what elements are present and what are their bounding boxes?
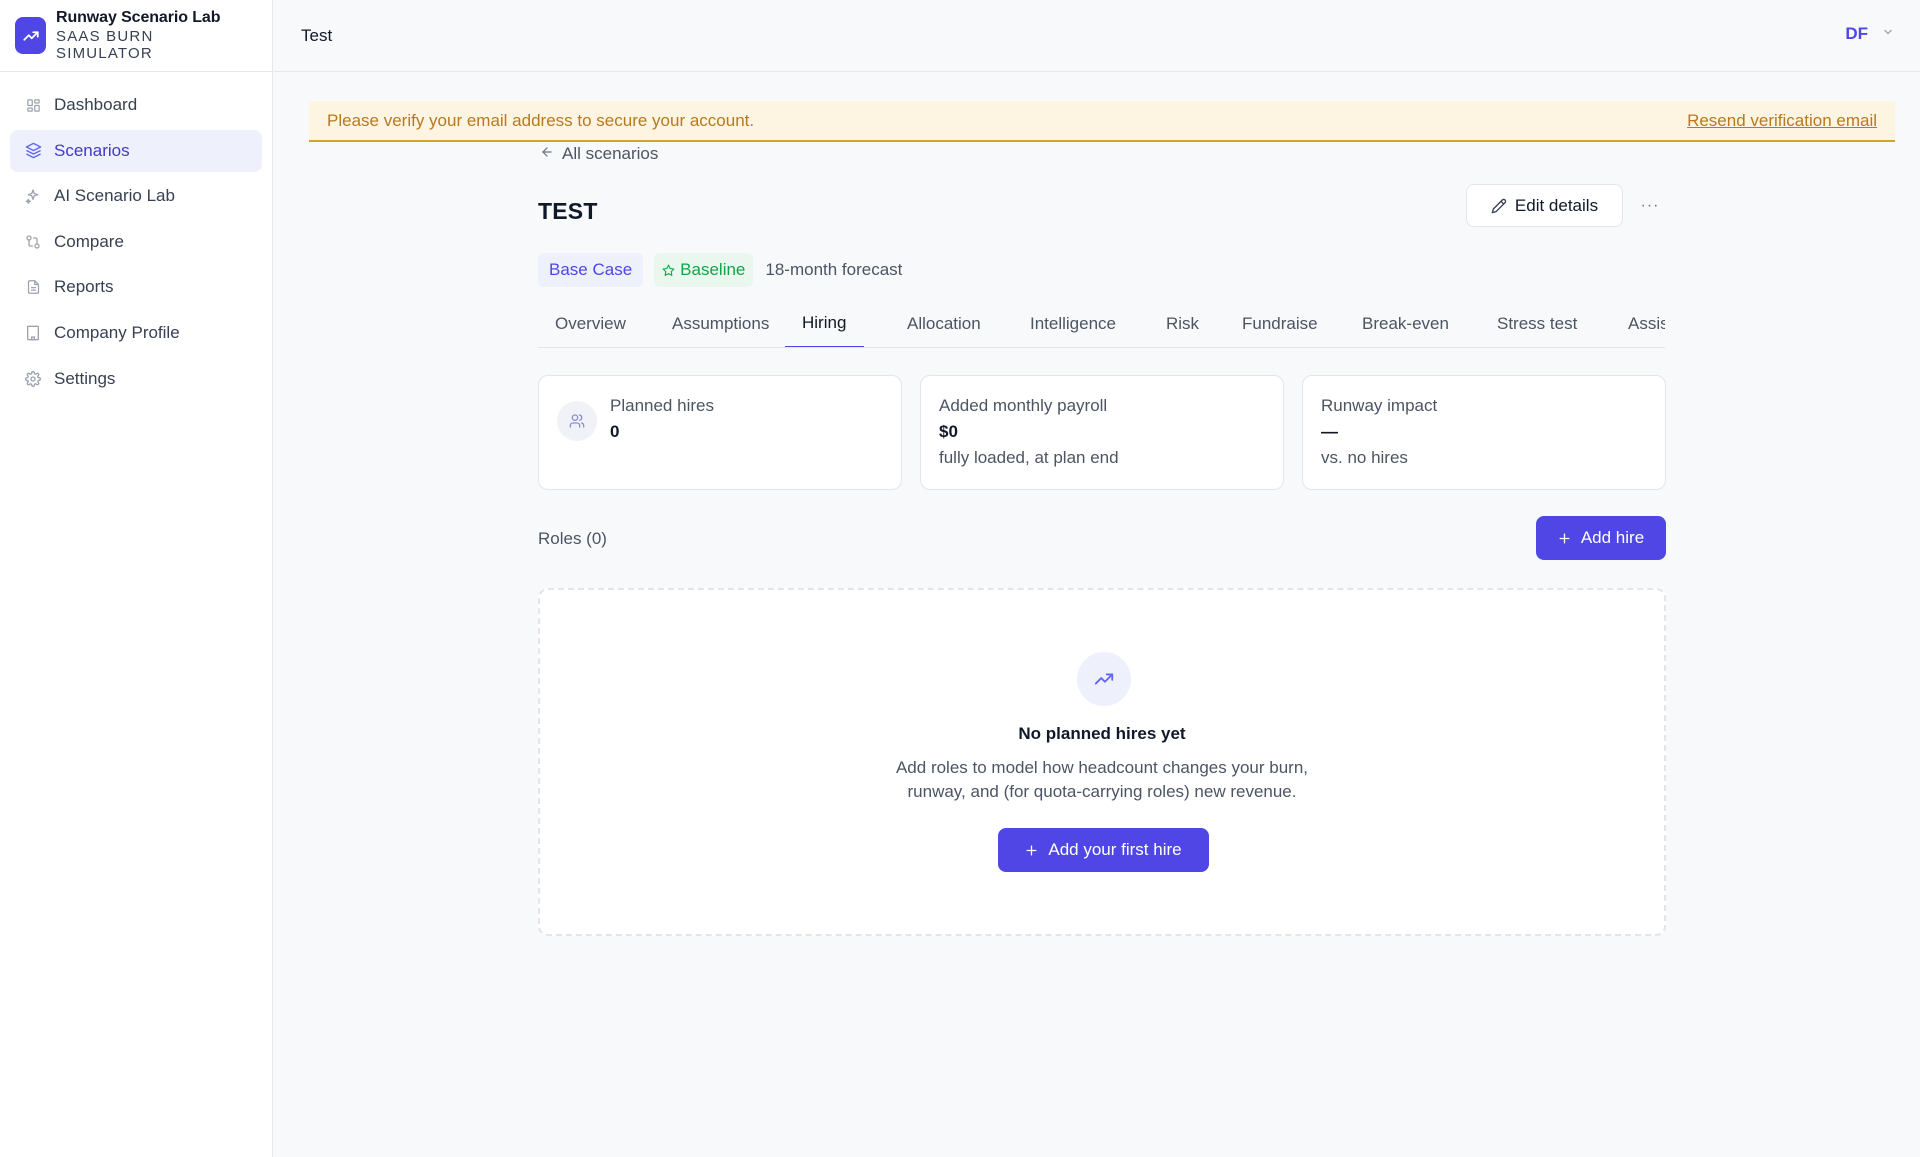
sidebar-item-label: Compare: [54, 231, 124, 251]
resend-verification-link[interactable]: Resend verification email: [1687, 111, 1877, 131]
verify-email-banner: Please verify your email address to secu…: [309, 101, 1895, 142]
sidebar-item-label: Reports: [54, 277, 114, 297]
sidebar-item-label: Scenarios: [54, 140, 130, 160]
hiring-stats: Planned hires 0 Added monthly payroll $0…: [538, 375, 1666, 490]
baseline-label: Baseline: [680, 260, 746, 279]
add-first-hire-label: Add your first hire: [1048, 840, 1182, 859]
add-hire-label: Add hire: [1580, 528, 1645, 547]
trending-up-icon: [1077, 652, 1131, 706]
stat-label: Planned hires: [610, 396, 714, 415]
forecast-label: 18-month forecast: [765, 260, 903, 279]
brand-title: Runway Scenario Lab: [56, 8, 221, 26]
stat-value: 0: [610, 422, 620, 441]
empty-state: No planned hires yet Add roles to model …: [538, 588, 1666, 936]
plus-icon: [1025, 844, 1038, 857]
back-to-scenarios-link[interactable]: All scenarios: [538, 142, 658, 166]
sidebar-item-label: Settings: [54, 368, 116, 388]
tab-overview[interactable]: Overview: [555, 300, 626, 347]
empty-state-description: Add roles to model how headcount changes…: [540, 756, 1664, 804]
page-header-title: Test: [301, 25, 333, 45]
stat-value: —: [1321, 422, 1338, 441]
sidebar-item-settings[interactable]: Settings: [10, 358, 262, 400]
empty-desc-line: Add roles to model how headcount changes…: [895, 758, 1309, 777]
stat-card-runway-impact: Runway impact — vs. no hires: [1302, 375, 1666, 490]
tab-risk[interactable]: Risk: [1166, 300, 1199, 347]
brand-subtitle-2: SIMULATOR: [56, 44, 153, 62]
tab-fundraise[interactable]: Fundraise: [1242, 300, 1318, 347]
topbar: Test DF: [274, 0, 1920, 72]
add-hire-button[interactable]: Add hire: [1536, 516, 1666, 560]
edit-details-button[interactable]: Edit details: [1466, 184, 1623, 227]
document-icon: [24, 278, 42, 296]
plus-icon: [1558, 532, 1571, 545]
stat-value: $0: [939, 422, 958, 441]
sidebar-item-compare[interactable]: Compare: [10, 221, 262, 263]
back-link-label: All scenarios: [562, 144, 659, 163]
brand-subtitle-1: SAAS BURN: [56, 27, 154, 45]
empty-state-title: No planned hires yet: [1018, 724, 1186, 743]
roles-count-label: Roles (0): [538, 529, 607, 548]
tab-assumptions[interactable]: Assumptions: [672, 300, 769, 347]
sidebar-item-company-profile[interactable]: Company Profile: [10, 312, 262, 354]
stat-card-planned-hires: Planned hires 0: [538, 375, 902, 490]
edit-details-label: Edit details: [1514, 195, 1599, 215]
tab-break-even[interactable]: Break-even: [1362, 300, 1449, 347]
building-icon: [24, 324, 42, 342]
stat-label: Runway impact: [1321, 396, 1438, 415]
scenario-badges: Base Case Baseline 18-month forecast: [538, 252, 902, 288]
tab-stress-test[interactable]: Stress test: [1497, 300, 1577, 347]
tab-intelligence[interactable]: Intelligence: [1030, 300, 1116, 347]
tab-allocation[interactable]: Allocation: [907, 300, 981, 347]
stat-card-monthly-payroll: Added monthly payroll $0 fully loaded, a…: [920, 375, 1284, 490]
user-menu[interactable]: DF: [1845, 24, 1894, 44]
sidebar-item-dashboard[interactable]: Dashboard: [10, 84, 262, 126]
pencil-icon: [1491, 198, 1507, 214]
sidebar-item-label: Dashboard: [54, 95, 138, 114]
chevron-down-icon: [1882, 25, 1894, 43]
sidebar: Runway Scenario Lab SAAS BURN SIMULATOR …: [0, 0, 273, 1157]
dashboard-grid-icon: [24, 96, 42, 114]
gear-icon: [24, 370, 42, 388]
more-horizontal-icon: ···: [1640, 197, 1660, 214]
sidebar-nav: Dashboard Scenarios AI Scenario Lab Comp…: [0, 72, 272, 411]
stat-label: Added monthly payroll: [939, 396, 1108, 415]
users-icon: [557, 401, 597, 441]
brand[interactable]: Runway Scenario Lab SAAS BURN SIMULATOR: [0, 0, 272, 72]
avatar: DF: [1845, 24, 1868, 43]
sidebar-item-reports[interactable]: Reports: [10, 266, 262, 308]
tab-assistant[interactable]: Assistant: [1628, 300, 1665, 347]
scenario-tabs: Overview Assumptions Hiring Allocation I…: [538, 300, 1665, 348]
sidebar-item-ai-scenario-lab[interactable]: AI Scenario Lab: [10, 175, 262, 217]
compare-arrows-icon: [24, 233, 42, 251]
empty-desc-line: runway, and (for quota-carrying roles) n…: [907, 782, 1297, 801]
layers-icon: [24, 142, 42, 160]
sidebar-item-scenarios[interactable]: Scenarios: [10, 129, 262, 172]
more-options-button[interactable]: ···: [1635, 192, 1665, 220]
stat-note: vs. no hires: [1321, 448, 1408, 467]
stat-note: fully loaded, at plan end: [939, 448, 1119, 467]
arrow-left-icon: [540, 144, 554, 164]
sidebar-item-label: Company Profile: [54, 322, 180, 342]
baseline-badge: Baseline: [654, 253, 754, 287]
case-badge: Base Case: [538, 253, 644, 287]
page-title: TEST: [538, 198, 598, 224]
sparkles-icon: [24, 187, 42, 205]
add-first-hire-button[interactable]: Add your first hire: [998, 828, 1209, 872]
sidebar-item-label: AI Scenario Lab: [54, 186, 175, 206]
star-icon: [662, 264, 675, 277]
tab-hiring[interactable]: Hiring: [785, 300, 865, 347]
banner-text: Please verify your email address to secu…: [327, 110, 755, 130]
trending-up-logo-icon: [15, 17, 46, 54]
